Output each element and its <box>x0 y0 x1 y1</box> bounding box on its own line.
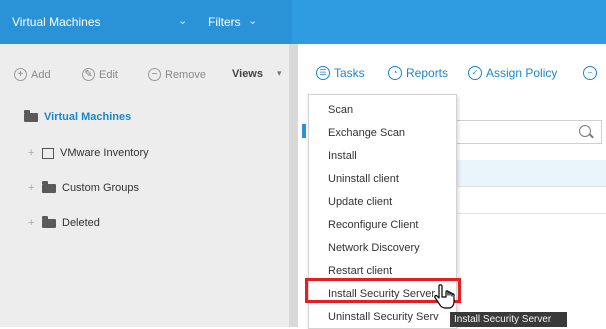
policy-icon: ✓ <box>468 66 482 80</box>
title-dropdown[interactable]: Virtual Machines <box>12 15 101 29</box>
filter-tab <box>302 124 306 138</box>
remove-button[interactable]: − Remove <box>148 68 206 81</box>
hand-cursor-icon <box>434 284 455 309</box>
tasks-icon: ☰ <box>316 66 330 80</box>
menu-item-exchange-scan[interactable]: Exchange Scan <box>328 127 405 139</box>
tree-item-label: VMware Inventory <box>60 147 149 159</box>
reports-label: Reports <box>406 66 449 80</box>
pencil-circle-icon: ✎ <box>82 68 95 81</box>
edit-button[interactable]: ✎ Edit <box>82 68 118 81</box>
menu-item-uninstall-security-server[interactable]: Uninstall Security Serv <box>328 311 439 323</box>
row-divider <box>440 213 606 214</box>
panel-divider[interactable] <box>289 44 298 327</box>
search-icon[interactable] <box>579 125 591 137</box>
menu-item-install[interactable]: Install <box>328 150 357 162</box>
remove-label: Remove <box>165 68 206 81</box>
expand-icon[interactable]: + <box>28 182 36 194</box>
folder-icon <box>24 109 38 122</box>
menu-item-scan[interactable]: Scan <box>328 104 353 116</box>
views-button[interactable]: Views <box>232 68 263 80</box>
reports-icon: ◔ <box>388 66 402 80</box>
menu-item-restart-client[interactable]: Restart client <box>328 265 392 277</box>
tree-item-label: Deleted <box>62 217 100 229</box>
vmware-icon <box>42 147 54 159</box>
minus-circle-icon: − <box>148 68 161 81</box>
chevron-down-icon[interactable]: ⌄ <box>178 14 187 27</box>
folder-icon <box>42 215 56 228</box>
edit-label: Edit <box>99 68 118 81</box>
menu-item-update-client[interactable]: Update client <box>328 196 392 208</box>
chevron-down-icon[interactable]: ⌄ <box>248 14 257 27</box>
add-button[interactable]: + Add <box>14 68 51 81</box>
row-divider <box>440 186 606 187</box>
tree-item-label: Custom Groups <box>62 182 140 194</box>
tree-item-deleted[interactable]: + Deleted <box>28 215 100 229</box>
folder-icon <box>42 180 56 193</box>
tree-root[interactable]: Virtual Machines <box>24 109 132 123</box>
menu-item-reconfigure-client[interactable]: Reconfigure Client <box>328 219 419 231</box>
menu-item-network-discovery[interactable]: Network Discovery <box>328 242 420 254</box>
tree-item-vmware-inventory[interactable]: + VMware Inventory <box>28 147 149 159</box>
reports-button[interactable]: ◔ Reports <box>388 66 448 80</box>
tree-item-custom-groups[interactable]: + Custom Groups <box>28 180 140 194</box>
menu-item-uninstall-client[interactable]: Uninstall client <box>328 173 399 185</box>
table-row[interactable] <box>440 160 606 186</box>
minus-circle-icon: − <box>583 66 597 80</box>
search-input[interactable] <box>440 120 602 144</box>
filters-dropdown[interactable]: Filters <box>208 15 241 29</box>
more-button[interactable]: − <box>583 66 597 80</box>
tasks-label: Tasks <box>334 66 365 80</box>
tooltip: Install Security Server <box>450 312 567 327</box>
tasks-button[interactable]: ☰ Tasks <box>316 66 365 80</box>
tree-root-label: Virtual Machines <box>44 111 132 123</box>
add-label: Add <box>31 68 51 81</box>
assign-policy-button[interactable]: ✓ Assign Policy <box>468 66 557 80</box>
expand-icon[interactable]: + <box>28 217 36 229</box>
chevron-down-icon[interactable]: ▾ <box>277 68 282 79</box>
assign-policy-label: Assign Policy <box>486 66 558 80</box>
top-bar: Virtual Machines ⌄ Filters ⌄ <box>0 0 606 44</box>
plus-circle-icon: + <box>14 68 27 81</box>
expand-icon[interactable]: + <box>28 147 36 159</box>
